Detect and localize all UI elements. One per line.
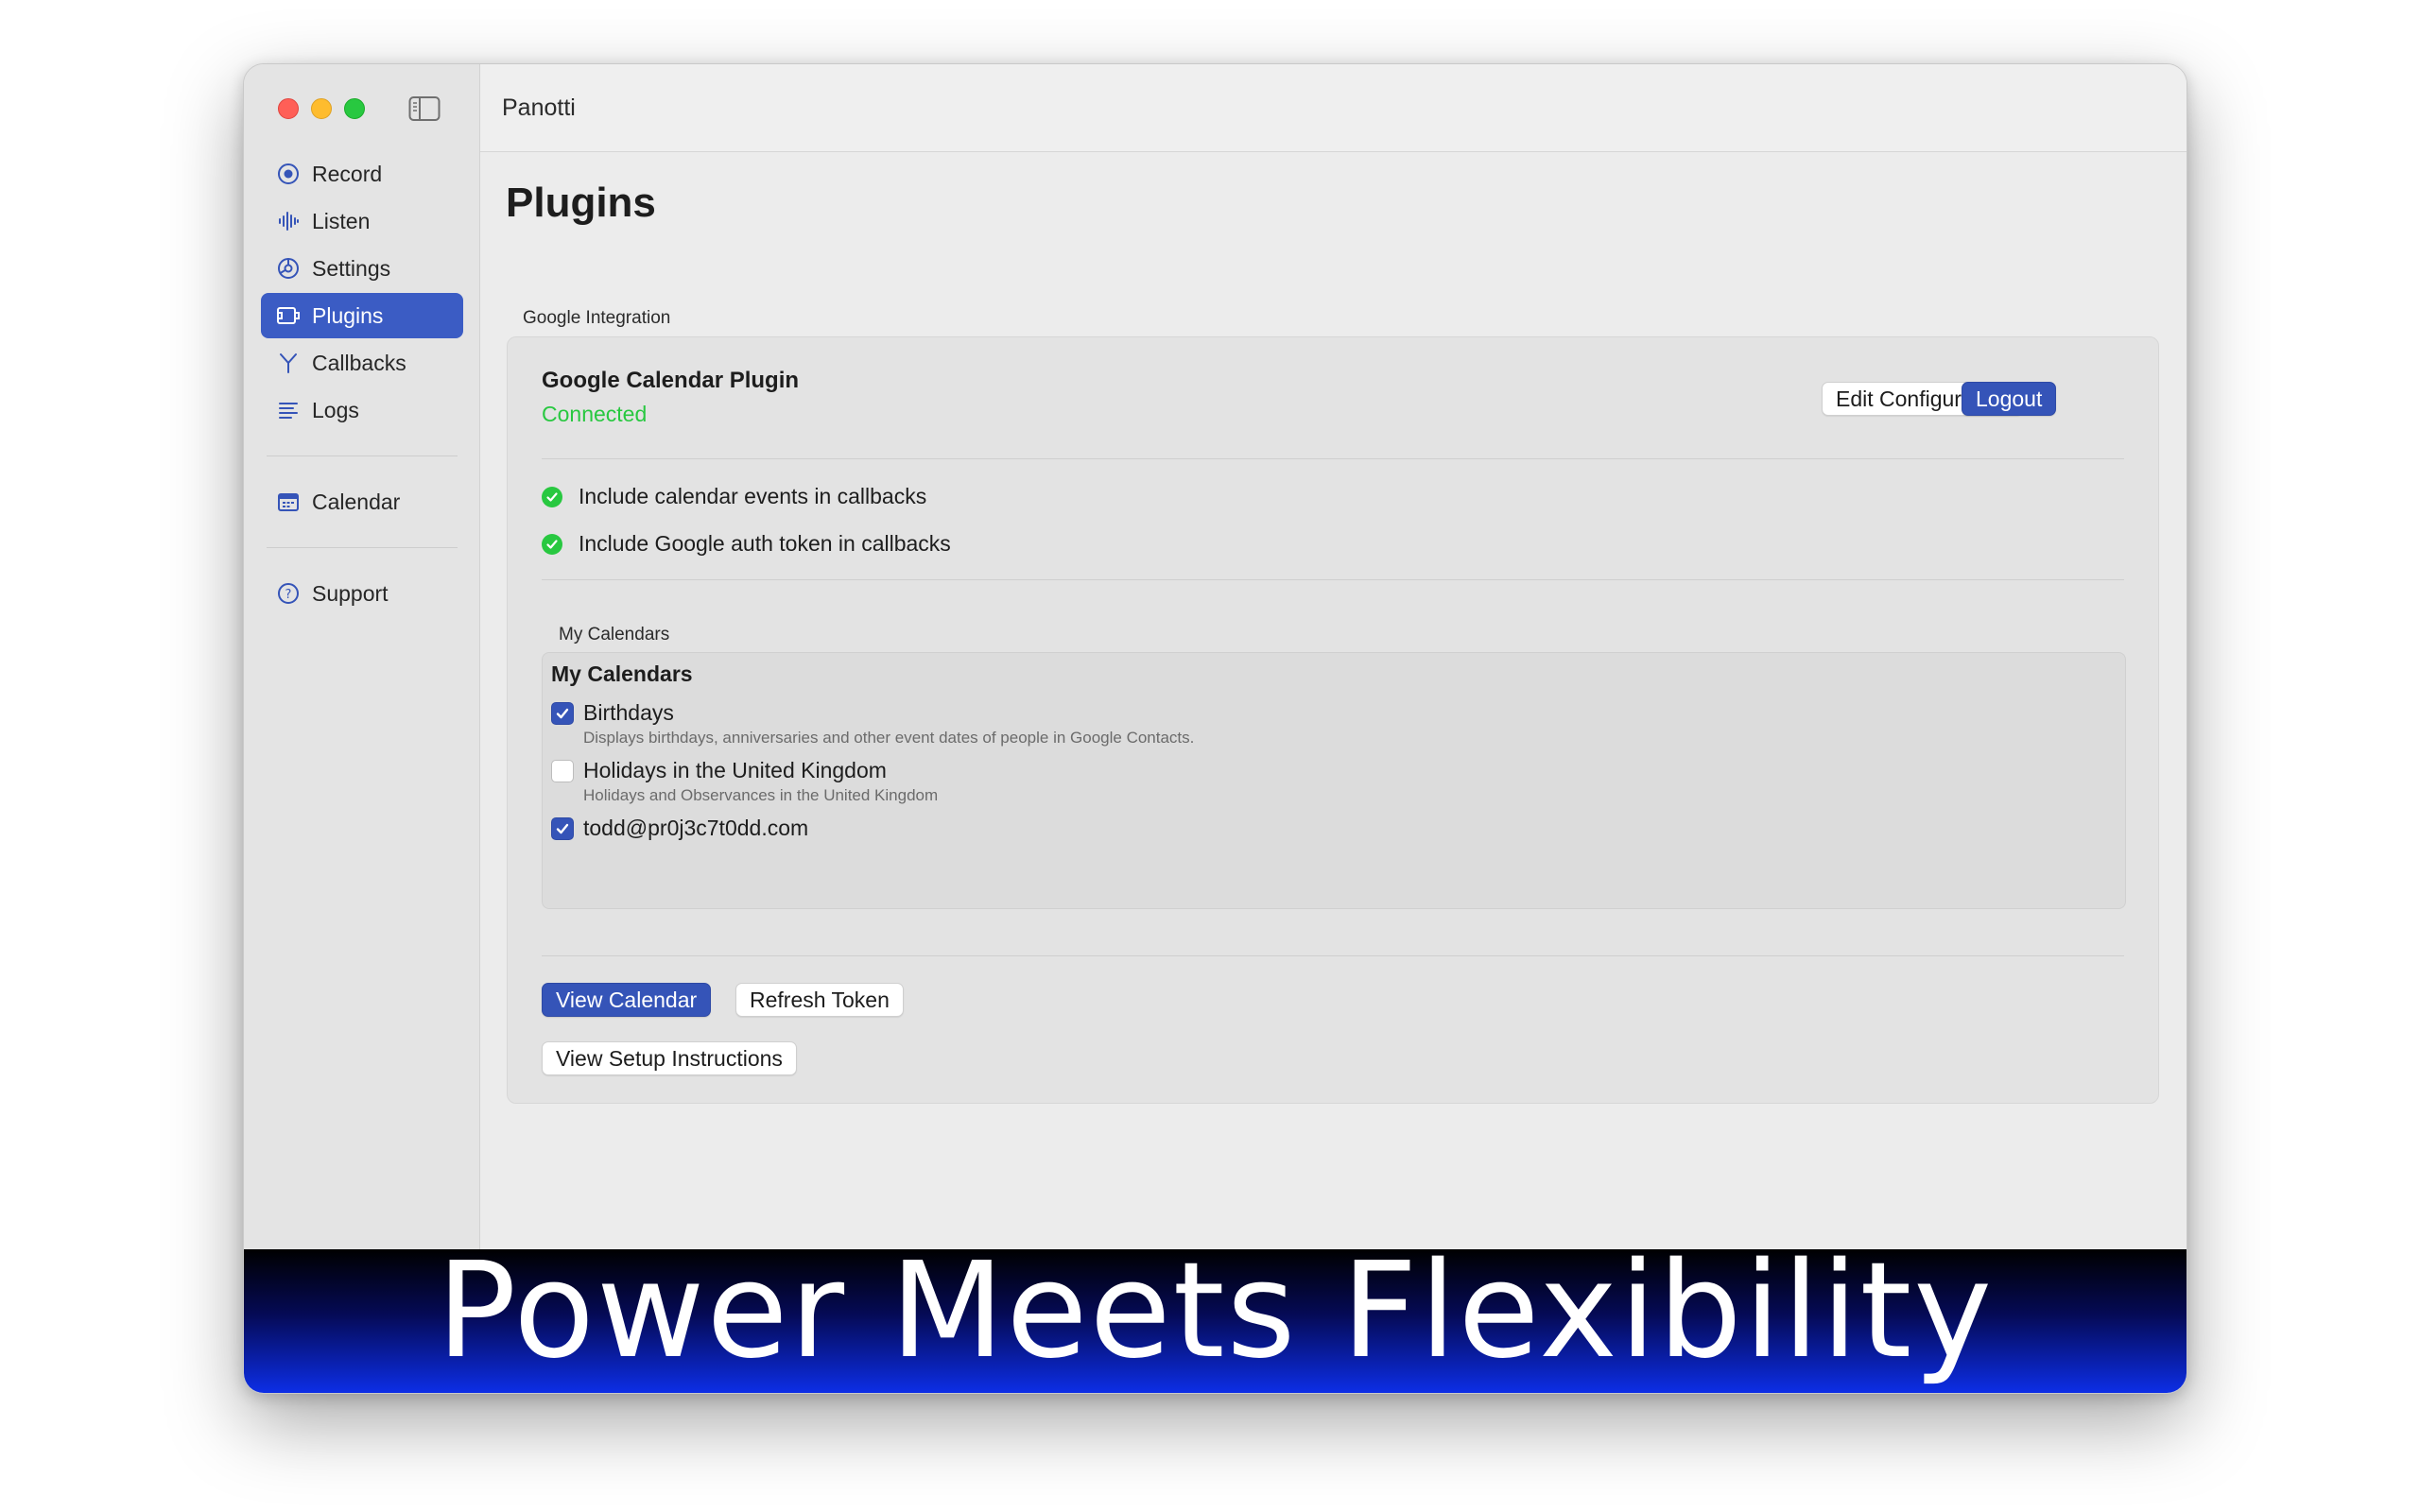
calendar-name: Birthdays bbox=[583, 700, 674, 725]
calendar-name: Holidays in the United Kingdom bbox=[583, 758, 887, 782]
sidebar-item-label: Support bbox=[312, 580, 389, 606]
sidebar-divider bbox=[267, 547, 458, 548]
status-badge: Connected bbox=[542, 402, 648, 426]
sidebar-item-label: Plugins bbox=[312, 302, 384, 328]
divider bbox=[542, 458, 2124, 459]
list-icon bbox=[276, 398, 301, 422]
main-content: Panotti Plugins Google Integration Googl… bbox=[480, 64, 2187, 1393]
plugin-icon bbox=[276, 303, 301, 328]
branch-icon bbox=[276, 351, 301, 375]
divider bbox=[542, 955, 2124, 956]
view-calendar-button[interactable]: View Calendar bbox=[542, 983, 712, 1017]
waveform-icon bbox=[276, 209, 301, 233]
sidebar-divider bbox=[267, 455, 458, 456]
sidebar-nav: Record Listen Settings Plugins Callbacks… bbox=[261, 151, 463, 618]
sidebar-item-listen[interactable]: Listen bbox=[261, 198, 463, 244]
checkmark-circle-icon bbox=[542, 486, 562, 507]
checkbox-todd-account[interactable] bbox=[551, 816, 574, 840]
sidebar-item-callbacks[interactable]: Callbacks bbox=[261, 340, 463, 386]
sidebar-item-label: Calendar bbox=[312, 489, 401, 514]
calendar-name: todd@pr0j3c7t0dd.com bbox=[583, 816, 809, 840]
sidebar-item-label: Logs bbox=[312, 397, 359, 422]
list-item: Birthdays Displays birthdays, anniversar… bbox=[551, 700, 1194, 747]
checkbox-birthdays[interactable] bbox=[551, 701, 574, 725]
list-item: todd@pr0j3c7t0dd.com bbox=[551, 816, 808, 841]
sidebar-item-label: Listen bbox=[312, 208, 371, 233]
plugin-card: Google Calendar Plugin Connected Edit Co… bbox=[507, 336, 2159, 1104]
divider bbox=[542, 579, 2124, 580]
plugin-name: Google Calendar Plugin bbox=[542, 368, 800, 393]
sidebar: Record Listen Settings Plugins Callbacks… bbox=[244, 64, 480, 1393]
list-item: Holidays in the United Kingdom Holidays … bbox=[551, 758, 938, 805]
refresh-token-button[interactable]: Refresh Token bbox=[735, 983, 904, 1017]
sidebar-item-logs[interactable]: Logs bbox=[261, 387, 463, 433]
zoom-button[interactable] bbox=[344, 98, 365, 119]
sidebar-item-record[interactable]: Record bbox=[261, 151, 463, 197]
logout-button[interactable]: Logout bbox=[1962, 382, 2057, 416]
svg-text:?: ? bbox=[285, 588, 292, 602]
app-window: Record Listen Settings Plugins Callbacks… bbox=[243, 63, 2187, 1394]
help-icon: ? bbox=[276, 581, 301, 606]
page-title: Plugins bbox=[506, 180, 656, 226]
calendars-group-label: My Calendars bbox=[559, 625, 670, 644]
option-label: Include calendar events in callbacks bbox=[579, 484, 927, 508]
sidebar-item-plugins[interactable]: Plugins bbox=[261, 293, 463, 338]
sidebar-item-label: Record bbox=[312, 161, 383, 186]
record-icon bbox=[276, 162, 301, 186]
calendars-list: My Calendars Birthdays Displays birthday… bbox=[542, 652, 2126, 909]
calendar-description: Holidays and Observances in the United K… bbox=[583, 786, 939, 804]
sidebar-item-settings[interactable]: Settings bbox=[261, 246, 463, 291]
close-button[interactable] bbox=[278, 98, 299, 119]
group-label: Google Integration bbox=[523, 308, 671, 328]
sidebar-item-support[interactable]: ? Support bbox=[261, 571, 463, 616]
gear-icon bbox=[276, 256, 301, 281]
titlebar: Panotti bbox=[480, 64, 2187, 152]
checkbox-holidays-uk[interactable] bbox=[551, 759, 574, 782]
window-controls bbox=[278, 98, 365, 119]
sidebar-item-calendar[interactable]: Calendar bbox=[261, 479, 463, 524]
promo-banner: Power Meets Flexibility bbox=[244, 1234, 2187, 1393]
sidebar-item-label: Callbacks bbox=[312, 350, 406, 375]
minimize-button[interactable] bbox=[311, 98, 332, 119]
calendar-icon bbox=[276, 490, 301, 514]
option-include-auth-token: Include Google auth token in callbacks bbox=[542, 531, 951, 557]
view-setup-instructions-button[interactable]: View Setup Instructions bbox=[542, 1041, 797, 1075]
banner-headline: Power Meets Flexibility bbox=[436, 1234, 1995, 1388]
calendars-title: My Calendars bbox=[551, 662, 693, 686]
sidebar-item-label: Settings bbox=[312, 255, 391, 281]
sidebar-toggle-icon[interactable] bbox=[408, 95, 441, 122]
checkmark-circle-icon bbox=[542, 533, 562, 555]
option-include-calendar-events: Include calendar events in callbacks bbox=[542, 484, 926, 509]
calendar-description: Displays birthdays, anniversaries and ot… bbox=[583, 729, 1195, 747]
option-label: Include Google auth token in callbacks bbox=[579, 531, 951, 556]
window-title: Panotti bbox=[502, 94, 576, 121]
